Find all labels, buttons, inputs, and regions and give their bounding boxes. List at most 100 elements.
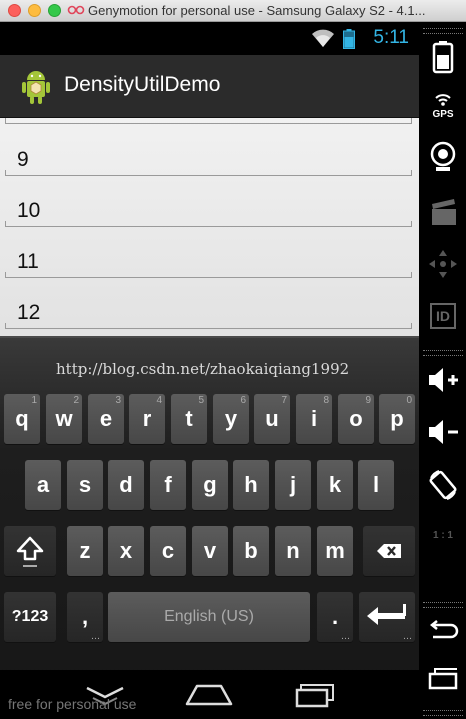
key-hint: 4 bbox=[156, 395, 162, 406]
key-x[interactable]: x bbox=[108, 526, 144, 576]
window-title: Genymotion for personal use - Samsung Ga… bbox=[88, 3, 426, 18]
key-label: s bbox=[78, 472, 92, 497]
key-label: p bbox=[390, 406, 404, 431]
volume-down-icon[interactable] bbox=[423, 412, 463, 452]
keyboard-divider bbox=[0, 336, 419, 338]
back-icon[interactable] bbox=[423, 609, 463, 649]
toolbar-grip bbox=[423, 28, 463, 34]
key-u[interactable]: 7u bbox=[254, 394, 290, 444]
list-item-text: 11 bbox=[17, 250, 39, 273]
list-item[interactable]: 11 bbox=[0, 238, 419, 289]
android-app-icon[interactable] bbox=[18, 67, 54, 107]
key-label: q bbox=[15, 406, 29, 431]
key-hint: 5 bbox=[198, 395, 204, 406]
key-y[interactable]: 6y bbox=[213, 394, 249, 444]
key-label: z bbox=[79, 538, 91, 563]
genymotion-logo-icon bbox=[67, 5, 85, 15]
key-label: t bbox=[185, 406, 193, 431]
key-hint: 1 bbox=[31, 395, 37, 406]
key-hint: 0 bbox=[406, 395, 412, 406]
key-b[interactable]: b bbox=[233, 526, 269, 576]
key-z[interactable]: z bbox=[67, 526, 103, 576]
key-w[interactable]: 2w bbox=[46, 394, 82, 444]
key-n[interactable]: n bbox=[275, 526, 311, 576]
scale-widget: 1 : 1 bbox=[423, 517, 463, 557]
toolbar-grip bbox=[423, 710, 463, 716]
key-h[interactable]: h bbox=[233, 460, 269, 510]
key-t[interactable]: 5t bbox=[171, 394, 207, 444]
more-keys-indicator: … bbox=[341, 632, 350, 642]
list-item-underline bbox=[5, 170, 412, 176]
volume-up-icon[interactable] bbox=[423, 360, 463, 400]
number-list[interactable]: 9 10 11 12 bbox=[0, 118, 419, 336]
list-item-text: 9 bbox=[17, 148, 29, 171]
backspace-icon bbox=[377, 544, 401, 558]
key-f[interactable]: f bbox=[150, 460, 186, 510]
rotate-screen-icon[interactable] bbox=[423, 465, 463, 505]
key-e[interactable]: 3e bbox=[88, 394, 124, 444]
screencast-widget-icon bbox=[432, 199, 456, 225]
scale-label: 1 : 1 bbox=[432, 530, 453, 541]
key-hint: 8 bbox=[323, 395, 329, 406]
key-m[interactable]: m bbox=[317, 526, 353, 576]
wifi-icon bbox=[312, 29, 334, 47]
key-label: h bbox=[244, 472, 258, 497]
key-i[interactable]: 8i bbox=[296, 394, 332, 444]
key-j[interactable]: j bbox=[275, 460, 311, 510]
list-item[interactable]: 9 bbox=[0, 136, 419, 187]
device-id-widget: ID bbox=[423, 297, 463, 337]
home-icon[interactable] bbox=[179, 676, 239, 712]
backspace-key[interactable] bbox=[363, 526, 415, 576]
key-label: , bbox=[81, 604, 89, 629]
key-o[interactable]: 9o bbox=[338, 394, 374, 444]
key-label: i bbox=[310, 406, 318, 431]
key-label: a bbox=[36, 472, 50, 497]
period-key[interactable]: .… bbox=[317, 592, 353, 642]
key-label: r bbox=[142, 406, 152, 431]
recent-apps-icon[interactable] bbox=[283, 676, 343, 712]
key-p[interactable]: 0p bbox=[379, 394, 415, 444]
minimize-window-button[interactable] bbox=[28, 4, 41, 17]
battery-widget-icon[interactable] bbox=[423, 37, 463, 77]
key-hint: 6 bbox=[240, 395, 246, 406]
personal-use-watermark: free for personal use bbox=[8, 696, 137, 712]
key-label: g bbox=[203, 472, 217, 497]
key-hint: 3 bbox=[115, 395, 121, 406]
key-hint: 9 bbox=[365, 395, 371, 406]
enter-key[interactable]: … bbox=[359, 592, 415, 642]
key-label: j bbox=[289, 472, 297, 497]
webcam-widget-icon[interactable] bbox=[423, 137, 463, 177]
maximize-window-button[interactable] bbox=[48, 4, 61, 17]
key-a[interactable]: a bbox=[25, 460, 61, 510]
key-r[interactable]: 4r bbox=[129, 394, 165, 444]
gps-widget-icon[interactable]: GPS bbox=[423, 84, 463, 124]
action-bar: DensityUtilDemo bbox=[0, 55, 419, 118]
key-q[interactable]: 1q bbox=[4, 394, 40, 444]
key-label: f bbox=[164, 472, 172, 497]
menu-recent-icon[interactable] bbox=[423, 660, 463, 700]
key-k[interactable]: k bbox=[317, 460, 353, 510]
key-d[interactable]: d bbox=[108, 460, 144, 510]
key-label: o bbox=[349, 406, 363, 431]
shift-key[interactable] bbox=[4, 526, 56, 576]
list-item[interactable]: 10 bbox=[0, 187, 419, 238]
status-time: 5:11 bbox=[373, 27, 409, 48]
key-c[interactable]: c bbox=[150, 526, 186, 576]
space-key[interactable]: English (US) bbox=[108, 592, 310, 642]
key-v[interactable]: v bbox=[192, 526, 228, 576]
comma-key[interactable]: ,… bbox=[67, 592, 103, 642]
key-label: b bbox=[244, 538, 258, 563]
genymotion-toolbar: GPS ID 1 : 1 bbox=[419, 22, 466, 719]
key-label: l bbox=[372, 472, 380, 497]
close-window-button[interactable] bbox=[8, 4, 21, 17]
more-keys-indicator: … bbox=[91, 632, 100, 642]
toolbar-grip bbox=[423, 602, 463, 608]
key-l[interactable]: l bbox=[358, 460, 394, 510]
key-g[interactable]: g bbox=[192, 460, 228, 510]
key-label: w bbox=[55, 406, 73, 431]
shift-arrow-icon bbox=[16, 536, 44, 567]
key-label: y bbox=[224, 406, 238, 431]
key-s[interactable]: s bbox=[67, 460, 103, 510]
symbols-key[interactable]: ?123 bbox=[4, 592, 56, 642]
key-hint: 7 bbox=[281, 395, 287, 406]
